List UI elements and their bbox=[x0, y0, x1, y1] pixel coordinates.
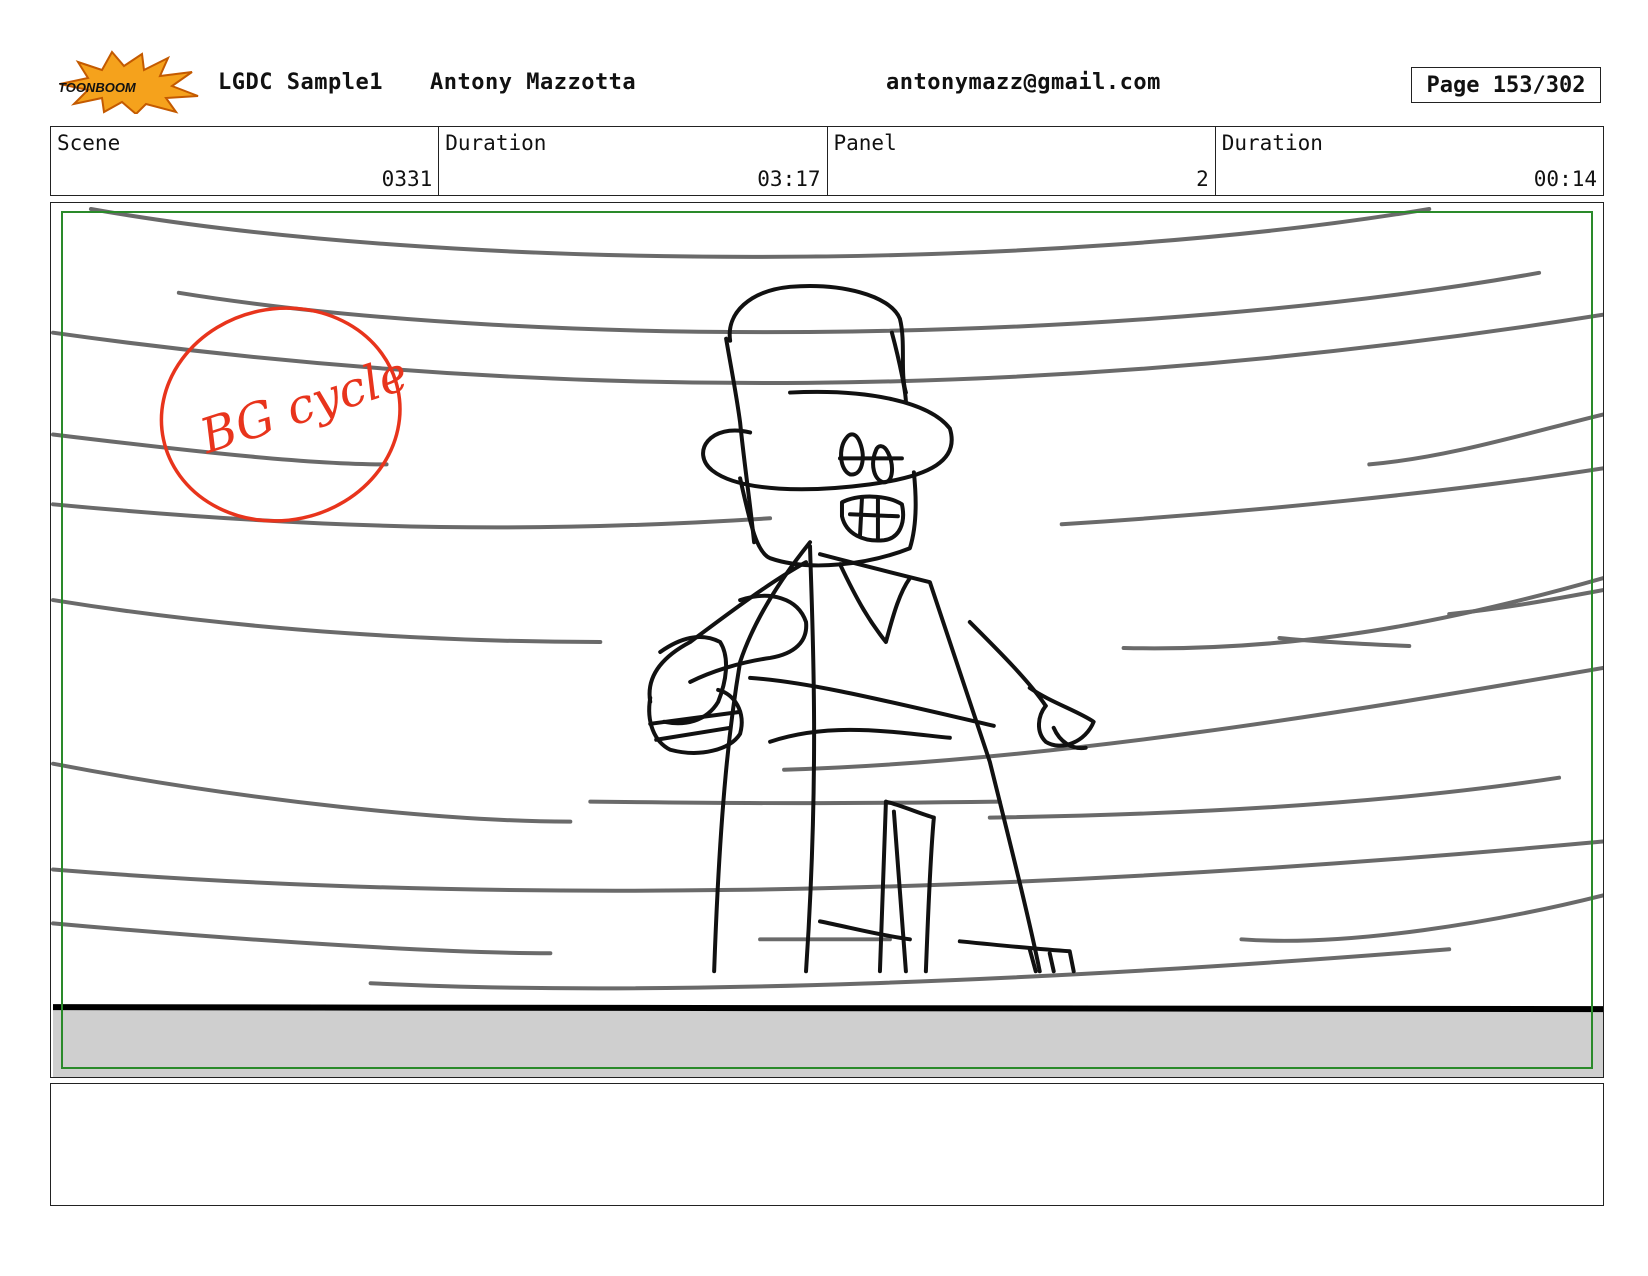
panel-notes-box[interactable] bbox=[50, 1083, 1604, 1206]
panel-duration-label: Duration bbox=[1221, 131, 1323, 155]
scene-duration-label: Duration bbox=[445, 131, 547, 155]
project-title: LGDC Sample1 bbox=[218, 70, 383, 95]
scene-duration-cell: Duration 03:17 bbox=[439, 127, 828, 195]
panel-duration-value: 00:14 bbox=[1533, 167, 1597, 191]
logo-text: TOONBOOM bbox=[58, 80, 137, 95]
panel-duration-cell: Duration 00:14 bbox=[1216, 127, 1603, 195]
bg-cycle-annotation: BG cycle bbox=[159, 306, 415, 523]
panel-value: 2 bbox=[1196, 167, 1209, 191]
panel-cell: Panel 2 bbox=[828, 127, 1216, 195]
scene-duration-value: 03:17 bbox=[757, 167, 821, 191]
ground-line bbox=[52, 1004, 1603, 1013]
panel-sketch: BG cycle bbox=[51, 206, 1603, 1077]
speed-lines bbox=[51, 206, 1603, 991]
author-email: antonymazz@gmail.com bbox=[886, 70, 1161, 95]
character-figure bbox=[647, 284, 1096, 974]
storyboard-panel: BG cycle bbox=[50, 202, 1604, 1078]
author-name: Antony Mazzotta bbox=[430, 70, 637, 95]
scene-info-table: Scene 0331 Duration 03:17 Panel 2 Durati… bbox=[50, 126, 1604, 196]
ground-fill bbox=[52, 1007, 1603, 1077]
scene-label: Scene bbox=[57, 131, 121, 155]
panel-label: Panel bbox=[833, 131, 897, 155]
annotation-text: BG cycle bbox=[193, 347, 415, 466]
toonboom-logo: TOONBOOM bbox=[58, 50, 199, 114]
scene-cell: Scene 0331 bbox=[51, 127, 440, 195]
scene-value: 0331 bbox=[381, 167, 433, 191]
page-number: Page 153/302 bbox=[1411, 67, 1601, 103]
